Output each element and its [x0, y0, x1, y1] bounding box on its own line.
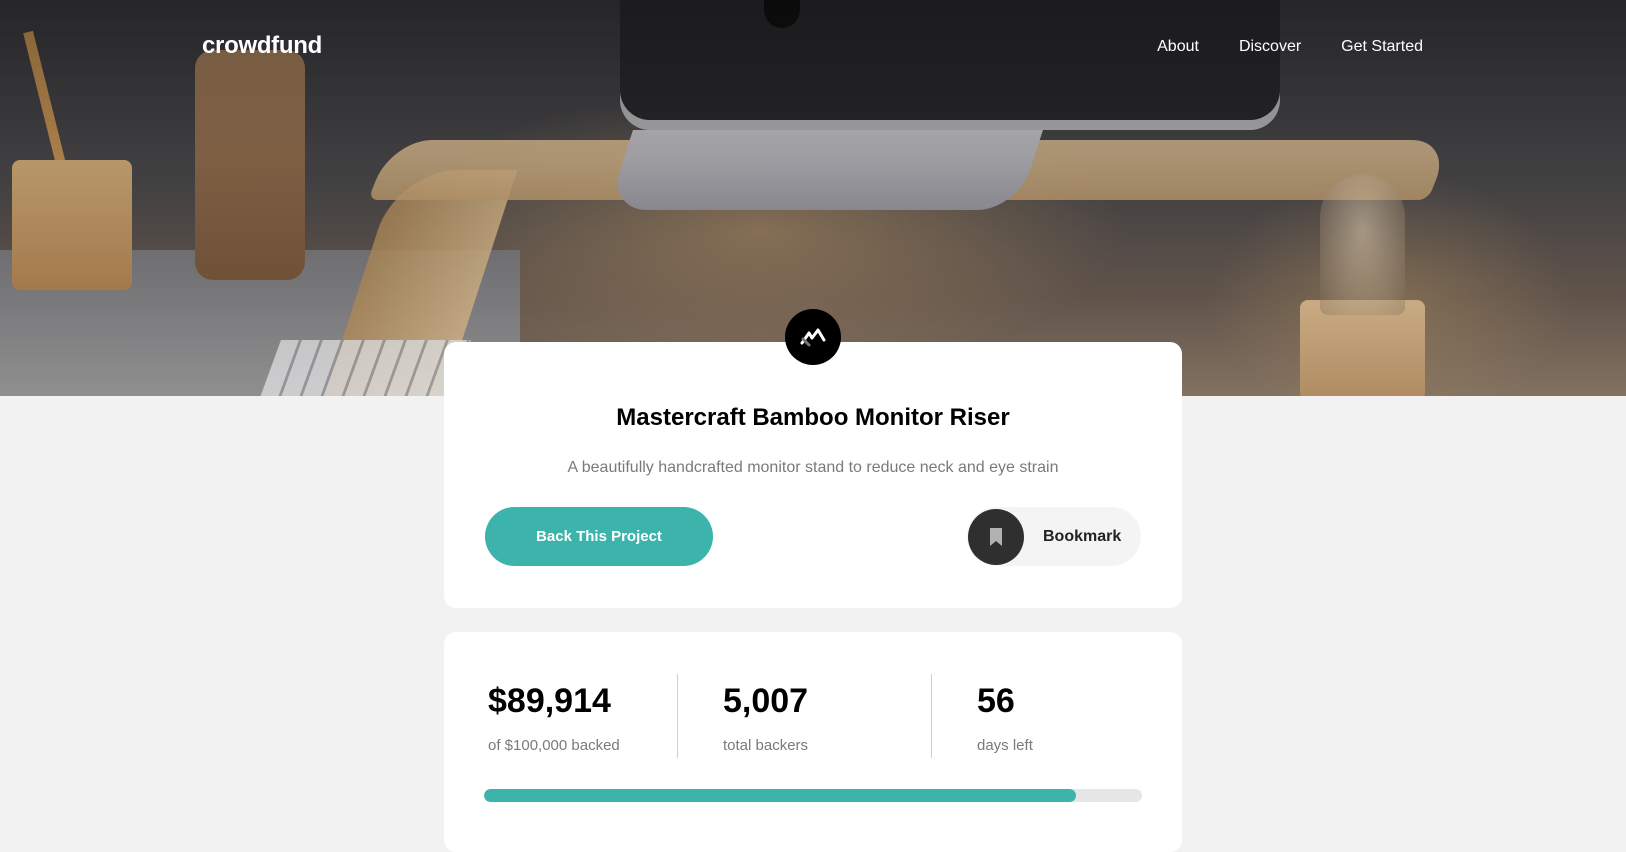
- main-nav: About Discover Get Started: [1157, 38, 1423, 56]
- divider: [677, 674, 678, 758]
- site-header: crowdfund About Discover Get Started: [0, 0, 1626, 96]
- stats-card: $89,914 of $100,000 backed 5,007 total b…: [444, 632, 1182, 852]
- funding-progress-bar: [484, 789, 1142, 802]
- stat-backers: 5,007 total backers: [723, 682, 808, 754]
- stat-backed-label: of $100,000 backed: [488, 737, 620, 754]
- divider: [931, 674, 932, 758]
- stat-backed: $89,914 of $100,000 backed: [488, 682, 620, 754]
- project-subtitle: A beautifully handcrafted monitor stand …: [567, 459, 1059, 476]
- bookmark-icon: [968, 508, 1024, 565]
- nav-get-started[interactable]: Get Started: [1341, 38, 1423, 56]
- site-logo[interactable]: crowdfund: [202, 32, 322, 60]
- stat-backers-value: 5,007: [723, 682, 809, 720]
- stat-days-label: days left: [977, 737, 1033, 754]
- stat-days: 56 days left: [977, 682, 1033, 754]
- bookmark-label: Bookmark: [1043, 527, 1122, 545]
- stat-backed-value: $89,914: [488, 682, 611, 720]
- nav-about[interactable]: About: [1157, 38, 1199, 56]
- project-title: Mastercraft Bamboo Monitor Riser: [616, 404, 1010, 431]
- nav-discover[interactable]: Discover: [1239, 38, 1301, 56]
- mastercraft-logo-icon: [785, 309, 841, 365]
- stat-backers-label: total backers: [723, 737, 809, 754]
- project-card: Mastercraft Bamboo Monitor Riser A beaut…: [444, 309, 1182, 608]
- stat-days-value: 56: [977, 682, 1015, 720]
- progress-fill: [484, 789, 1076, 802]
- back-project-button[interactable]: Back This Project: [485, 507, 713, 566]
- bookmark-button[interactable]: Bookmark: [967, 507, 1141, 566]
